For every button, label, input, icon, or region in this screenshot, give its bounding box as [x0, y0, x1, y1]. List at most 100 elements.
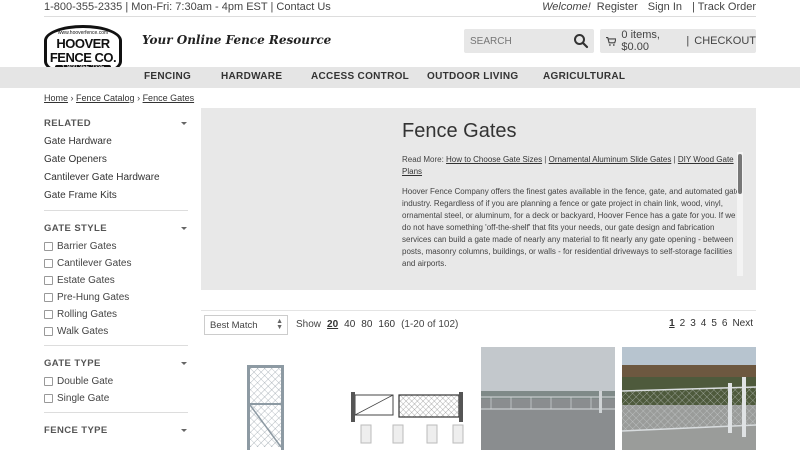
gate-style-header[interactable]: GATE STYLE [44, 221, 188, 235]
nav-outdoor-living[interactable]: OUTDOOR LIVING [427, 71, 518, 82]
product-card[interactable] [622, 347, 756, 450]
page-4[interactable]: 4 [701, 318, 707, 329]
cart-summary: 0 items, $0.00 [621, 29, 660, 53]
checkbox[interactable] [44, 275, 53, 285]
related-gate-frame-kits[interactable]: Gate Frame Kits [44, 190, 188, 202]
product-card[interactable] [481, 347, 615, 450]
filter-walk-gates[interactable]: Walk Gates [44, 325, 188, 337]
filter-pre-hung-gates[interactable]: Pre-Hung Gates [44, 291, 188, 303]
breadcrumb-home[interactable]: Home [44, 93, 68, 103]
fence-type-section: FENCE TYPE [44, 413, 188, 445]
contact-us-link[interactable]: Contact Us [276, 1, 330, 13]
description-scrollbar[interactable] [737, 152, 743, 276]
nav-agricultural[interactable]: AGRICULTURAL [543, 71, 625, 82]
result-range: (1-20 of 102) [401, 319, 459, 330]
track-order-link[interactable]: | Track Order [692, 1, 756, 13]
show-160[interactable]: 160 [378, 319, 395, 330]
show-80[interactable]: 80 [361, 319, 372, 330]
filter-estate-gates[interactable]: Estate Gates [44, 274, 188, 286]
site-header: www.hooverfence.com HOOVER FENCE CO. 1-8… [0, 17, 800, 77]
filter-single-gate[interactable]: Single Gate [44, 392, 188, 404]
breadcrumb-fence-gates[interactable]: Fence Gates [143, 93, 195, 103]
page-title: Fence Gates [402, 120, 517, 142]
logo-text-line2: FENCE CO. [49, 50, 117, 65]
show-label: Show [296, 319, 322, 330]
page-5[interactable]: 5 [711, 318, 717, 329]
checkbox[interactable] [44, 309, 53, 319]
checkbox[interactable] [44, 241, 53, 251]
page-2[interactable]: 2 [680, 318, 686, 329]
page-3[interactable]: 3 [690, 318, 696, 329]
checkout-link[interactable]: CHECKOUT [694, 35, 756, 47]
show-40[interactable]: 40 [344, 319, 355, 330]
cart-separator: | [686, 35, 690, 47]
chevron-down-icon [181, 227, 187, 230]
description-text: Hoover Fence Company offers the finest g… [402, 187, 741, 268]
product-image[interactable] [622, 347, 756, 450]
main-nav: FENCING HARDWARE ACCESS CONTROL OUTDOOR … [0, 67, 800, 88]
filter-label: Pre-Hung Gates [57, 291, 130, 303]
breadcrumb-fence-catalog[interactable]: Fence Catalog [76, 93, 135, 103]
breadcrumb: Home › Fence Catalog › Fence Gates [44, 93, 195, 103]
link-gate-sizes[interactable]: How to Choose Gate Sizes [446, 155, 542, 164]
product-card[interactable] [201, 347, 335, 450]
results-toolbar: Best Match ▲ ▼ Show 20 40 80 160 (1-20 of… [201, 310, 756, 338]
sort-select[interactable]: Best Match ▲ ▼ [204, 315, 288, 335]
category-info-panel: Fence Gates Read More: How to Choose Gat… [201, 108, 756, 290]
product-grid [201, 347, 756, 450]
logo-text-line1: HOOVER [56, 36, 110, 51]
filter-cantilever-gates[interactable]: Cantilever Gates [44, 257, 188, 269]
checkbox[interactable] [44, 393, 53, 403]
category-description[interactable]: Read More: How to Choose Gate Sizes | Or… [402, 154, 744, 278]
site-tagline: Your Online Fence Resource [142, 33, 332, 47]
next-page[interactable]: Next [732, 318, 753, 329]
register-link[interactable]: Register [597, 1, 638, 13]
product-card[interactable] [341, 347, 475, 450]
gate-style-title: GATE STYLE [44, 222, 107, 234]
account-links: Welcome! Register Sign In | Track Order [542, 1, 756, 13]
page-6[interactable]: 6 [722, 318, 728, 329]
product-image[interactable] [341, 347, 475, 450]
nav-access-control[interactable]: ACCESS CONTROL [311, 71, 409, 82]
show-20[interactable]: 20 [327, 319, 338, 330]
phone-number[interactable]: 1-800-355-2335 [44, 1, 122, 13]
read-more-line: Read More: How to Choose Gate Sizes | Or… [402, 155, 734, 176]
checkbox[interactable] [44, 326, 53, 336]
filter-label: Rolling Gates [57, 308, 118, 320]
product-image[interactable] [201, 347, 335, 450]
filter-label: Cantilever Gates [57, 257, 132, 269]
checkbox[interactable] [44, 258, 53, 268]
gate-type-header[interactable]: GATE TYPE [44, 356, 188, 370]
pagination: 1 2 3 4 5 6 Next [669, 318, 753, 329]
filter-label: Barrier Gates [57, 240, 117, 252]
filter-sidebar: RELATED Gate Hardware Gate Openers Canti… [44, 110, 188, 445]
search-input[interactable] [470, 33, 570, 49]
checkbox[interactable] [44, 292, 53, 302]
cart-button[interactable]: 0 items, $0.00 | CHECKOUT [600, 29, 756, 53]
fence-type-header[interactable]: FENCE TYPE [44, 423, 188, 437]
product-image[interactable] [481, 347, 615, 450]
related-cantilever-gate-hardware[interactable]: Cantilever Gate Hardware [44, 172, 188, 184]
filter-label: Estate Gates [57, 274, 115, 286]
filter-label: Single Gate [57, 392, 110, 404]
nav-hardware[interactable]: HARDWARE [221, 71, 282, 82]
link-slide-gates[interactable]: Ornamental Aluminum Slide Gates [549, 155, 672, 164]
utility-bar: 1-800-355-2335 | Mon-Fri: 7:30am - 4pm E… [0, 0, 800, 17]
related-section: RELATED Gate Hardware Gate Openers Canti… [44, 110, 188, 211]
related-gate-hardware[interactable]: Gate Hardware [44, 136, 188, 148]
filter-rolling-gates[interactable]: Rolling Gates [44, 308, 188, 320]
signin-link[interactable]: Sign In [648, 1, 682, 13]
contact-info: 1-800-355-2335 | Mon-Fri: 7:30am - 4pm E… [44, 1, 331, 13]
page-1[interactable]: 1 [669, 318, 675, 329]
welcome-text: Welcome! [542, 1, 591, 13]
scrollbar-thumb[interactable] [738, 154, 742, 194]
nav-fencing[interactable]: FENCING [144, 71, 191, 82]
related-header[interactable]: RELATED [44, 116, 188, 130]
search-icon[interactable] [573, 33, 589, 49]
related-gate-openers[interactable]: Gate Openers [44, 154, 188, 166]
filter-barrier-gates[interactable]: Barrier Gates [44, 240, 188, 252]
chevron-down-icon [181, 362, 187, 365]
filter-double-gate[interactable]: Double Gate [44, 375, 188, 387]
checkbox[interactable] [44, 376, 53, 386]
chevron-down-icon [181, 122, 187, 125]
